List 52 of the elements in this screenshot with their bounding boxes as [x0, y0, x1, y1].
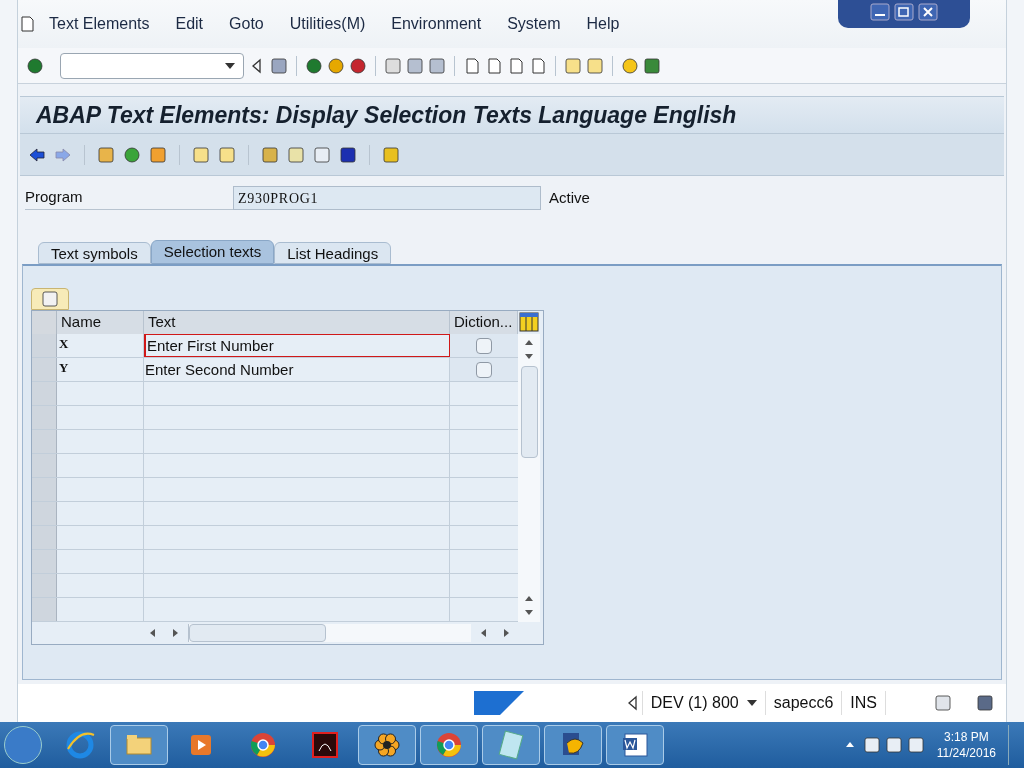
menu-item[interactable]: Text Elements: [36, 12, 163, 36]
back-arrow-icon[interactable]: [28, 145, 46, 164]
column-header[interactable]: Text: [144, 311, 450, 335]
scroll-left-icon[interactable]: [479, 628, 489, 639]
tab[interactable]: Selection texts: [150, 240, 275, 264]
layout-button[interactable]: [31, 288, 69, 310]
taskbar-button[interactable]: [544, 725, 602, 765]
tray-arrow-icon[interactable]: [844, 740, 855, 750]
menu-item[interactable]: System: [494, 12, 574, 36]
column-header[interactable]: Name: [57, 311, 144, 335]
command-field[interactable]: [60, 52, 244, 79]
sap-logo: [473, 691, 524, 715]
input-mode: INS: [841, 691, 886, 715]
vertical-scrollbar[interactable]: [518, 334, 540, 623]
minimize-icon[interactable]: [870, 3, 890, 21]
checkbox[interactable]: [476, 338, 492, 354]
table-cell: X: [57, 334, 144, 358]
dropdown-icon[interactable]: [746, 700, 757, 706]
restore-icon[interactable]: [894, 3, 914, 21]
columns-icon[interactable]: [518, 311, 540, 333]
menu-item[interactable]: Goto: [216, 12, 277, 36]
server-name: sapecc6: [764, 691, 842, 715]
screen-title: ABAP Text Elements: Display Selection Texts Language English: [36, 100, 737, 130]
scroll-thumb[interactable]: [189, 624, 326, 643]
table-cell[interactable]: Enter First Number: [144, 334, 450, 358]
scroll-left-icon[interactable]: [148, 628, 158, 639]
clock-date[interactable]: 11/24/2016: [936, 745, 996, 761]
browser-icon[interactable]: [64, 729, 96, 761]
scroll-right-icon[interactable]: [501, 628, 511, 639]
tab[interactable]: Text symbols: [38, 242, 151, 264]
start-button[interactable]: [4, 726, 42, 764]
system-info[interactable]: DEV (1) 800: [641, 691, 747, 715]
program-field[interactable]: Z930PROG1: [233, 186, 541, 210]
table-cell: Y: [57, 358, 144, 382]
close-icon[interactable]: [918, 3, 938, 21]
column-header[interactable]: Diction...: [450, 311, 518, 335]
clock-time[interactable]: 3:18 PM: [944, 729, 989, 745]
field-label: Program: [25, 186, 233, 210]
dropdown-icon[interactable]: [225, 62, 235, 69]
taskbar-button[interactable]: [606, 725, 664, 765]
checkbox[interactable]: [476, 362, 492, 378]
horizontal-scrollbar[interactable]: [188, 624, 471, 643]
scroll-thumb[interactable]: [520, 366, 538, 459]
scroll-right-icon[interactable]: [170, 628, 180, 639]
taskbar-button[interactable]: [358, 725, 416, 765]
forward-arrow-icon[interactable]: [54, 145, 72, 164]
menu-item[interactable]: Environment: [378, 12, 495, 36]
menu-item[interactable]: Help: [573, 12, 633, 36]
tab[interactable]: List Headings: [274, 242, 392, 264]
menu-item[interactable]: Edit: [162, 12, 217, 36]
status-text: Active: [549, 187, 590, 208]
menu-item[interactable]: Utilities(M): [276, 12, 379, 36]
